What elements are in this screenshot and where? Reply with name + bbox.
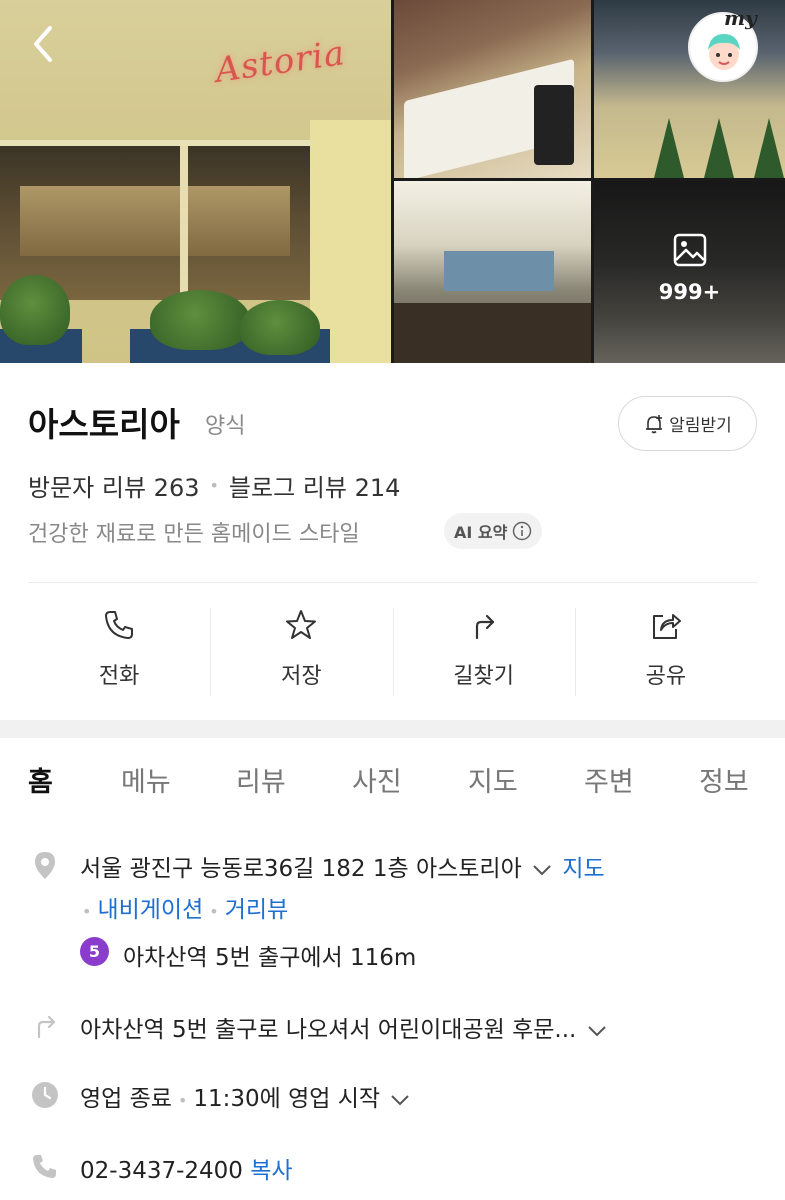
phone-row: 02-3437-2400 복사: [80, 1151, 293, 1185]
tab-nearby[interactable]: 주변: [584, 760, 634, 799]
place-tagline: 건강한 재료로 만든 홈메이드 스타일: [28, 522, 360, 547]
subway-distance: 아차산역 5번 출구에서 116m: [123, 945, 417, 971]
alarm-button[interactable]: 알림받기: [618, 396, 757, 451]
main-photo[interactable]: Astoria: [0, 0, 391, 363]
topiary: [754, 118, 784, 178]
tab-reviews[interactable]: 리뷰: [236, 760, 286, 799]
avatar-face-icon: [708, 34, 740, 70]
route-icon: [37, 1015, 56, 1039]
separator-dot: •: [82, 902, 92, 921]
topiary: [704, 118, 734, 178]
phone-icon: [105, 611, 134, 639]
separator-dot: •: [209, 902, 219, 921]
blog-reviews-count: 214: [354, 474, 401, 502]
chevron-down-icon[interactable]: [584, 1018, 610, 1044]
topiary: [654, 118, 684, 178]
address-text: 서울 광진구 능동로36길 182 1층 아스토리아: [80, 856, 522, 882]
map-link[interactable]: 지도: [562, 856, 604, 882]
hours-row[interactable]: 영업 종료 • 11:30에 영업 시작: [80, 1079, 413, 1113]
visitor-reviews-count: 263: [153, 474, 200, 502]
chair: [534, 85, 574, 165]
tab-bar: 홈 메뉴 리뷰 사진 지도 주변 정보: [0, 750, 785, 814]
directions-text: 아차산역 5번 출구로 나오셔서 어린이대공원 후문...: [80, 1017, 577, 1043]
separator-dot: •: [209, 476, 219, 495]
address-row: 서울 광진구 능동로36길 182 1층 아스토리아 지도: [80, 849, 605, 883]
separator-dot: •: [177, 1091, 188, 1110]
subway-line-badge: 5: [80, 937, 109, 966]
more-photos-button[interactable]: 999+: [594, 181, 785, 363]
call-button[interactable]: 전화: [28, 600, 210, 700]
address-links-row: • 내비게이션 • 거리뷰: [76, 890, 288, 924]
shrub: [150, 290, 250, 350]
interior-floor: [394, 303, 591, 363]
tab-menu[interactable]: 메뉴: [121, 760, 171, 799]
directions-row[interactable]: 아차산역 5번 출구로 나오셔서 어린이대공원 후문...: [80, 1010, 610, 1044]
neon-sign: Astoria: [212, 33, 348, 91]
shrub: [0, 275, 70, 345]
save-label: 저장: [281, 664, 322, 689]
call-label: 전화: [98, 664, 140, 689]
place-name: 아스토리아: [28, 405, 180, 444]
section-separator: [0, 720, 785, 738]
ai-summary-label: AI 요약: [454, 523, 508, 542]
clock-icon: [32, 1082, 58, 1108]
save-button[interactable]: 저장: [210, 600, 392, 700]
image-icon: [673, 233, 706, 267]
visitor-reviews-label: 방문자 리뷰: [28, 474, 147, 502]
tab-map[interactable]: 지도: [468, 760, 518, 799]
share-label: 공유: [645, 664, 687, 689]
location-pin-icon: [35, 852, 55, 879]
bell-plus-icon: [646, 414, 663, 433]
directions-button[interactable]: 길찾기: [392, 600, 575, 700]
place-category: 양식: [205, 414, 246, 439]
action-bar: 전화 저장 길찾기 공유: [28, 600, 757, 700]
directions-label: 길찾기: [453, 664, 514, 689]
share-icon: [652, 614, 681, 639]
info-icon: [513, 521, 532, 541]
visitor-reviews-link[interactable]: 방문자 리뷰 263: [28, 468, 199, 503]
back-button[interactable]: [22, 22, 66, 66]
tab-info[interactable]: 정보: [699, 760, 749, 799]
tab-home[interactable]: 홈: [28, 760, 53, 799]
star-icon: [286, 610, 317, 639]
photo-thumbnail[interactable]: [394, 0, 591, 178]
hours-status: 영업 종료: [80, 1086, 172, 1112]
shrub: [240, 300, 320, 355]
chevron-left-icon: [34, 26, 52, 62]
photo-count: 999+: [658, 280, 721, 304]
photo-gallery[interactable]: Astoria 999+ my: [0, 0, 785, 363]
navigation-link[interactable]: 내비게이션: [97, 897, 203, 923]
copy-phone-button[interactable]: 복사: [250, 1158, 292, 1184]
blog-reviews-link[interactable]: 블로그 리뷰 214: [229, 468, 400, 503]
photo-thumbnail[interactable]: [394, 181, 591, 363]
alarm-label: 알림받기: [669, 416, 732, 436]
streetview-link[interactable]: 거리뷰: [225, 897, 288, 923]
interior-window: [444, 251, 554, 291]
facade-wall: [310, 120, 391, 363]
avatar-badge: my: [724, 6, 757, 30]
phone-number[interactable]: 02-3437-2400: [80, 1158, 243, 1184]
divider: [28, 582, 757, 583]
window-light: [20, 186, 290, 256]
blog-reviews-label: 블로그 리뷰: [228, 474, 347, 502]
ai-summary-chip[interactable]: AI 요약: [444, 513, 543, 549]
tab-photos[interactable]: 사진: [352, 760, 402, 799]
chevron-down-icon[interactable]: [387, 1087, 413, 1113]
directions-icon: [475, 614, 494, 640]
review-summary: 방문자 리뷰 263 • 블로그 리뷰 214: [28, 468, 400, 503]
hours-next-open: 11:30에 영업 시작: [193, 1086, 381, 1112]
chevron-down-icon[interactable]: [529, 857, 555, 883]
phone-icon: [33, 1155, 56, 1178]
share-button[interactable]: 공유: [574, 600, 757, 700]
window-frame: [180, 146, 188, 306]
